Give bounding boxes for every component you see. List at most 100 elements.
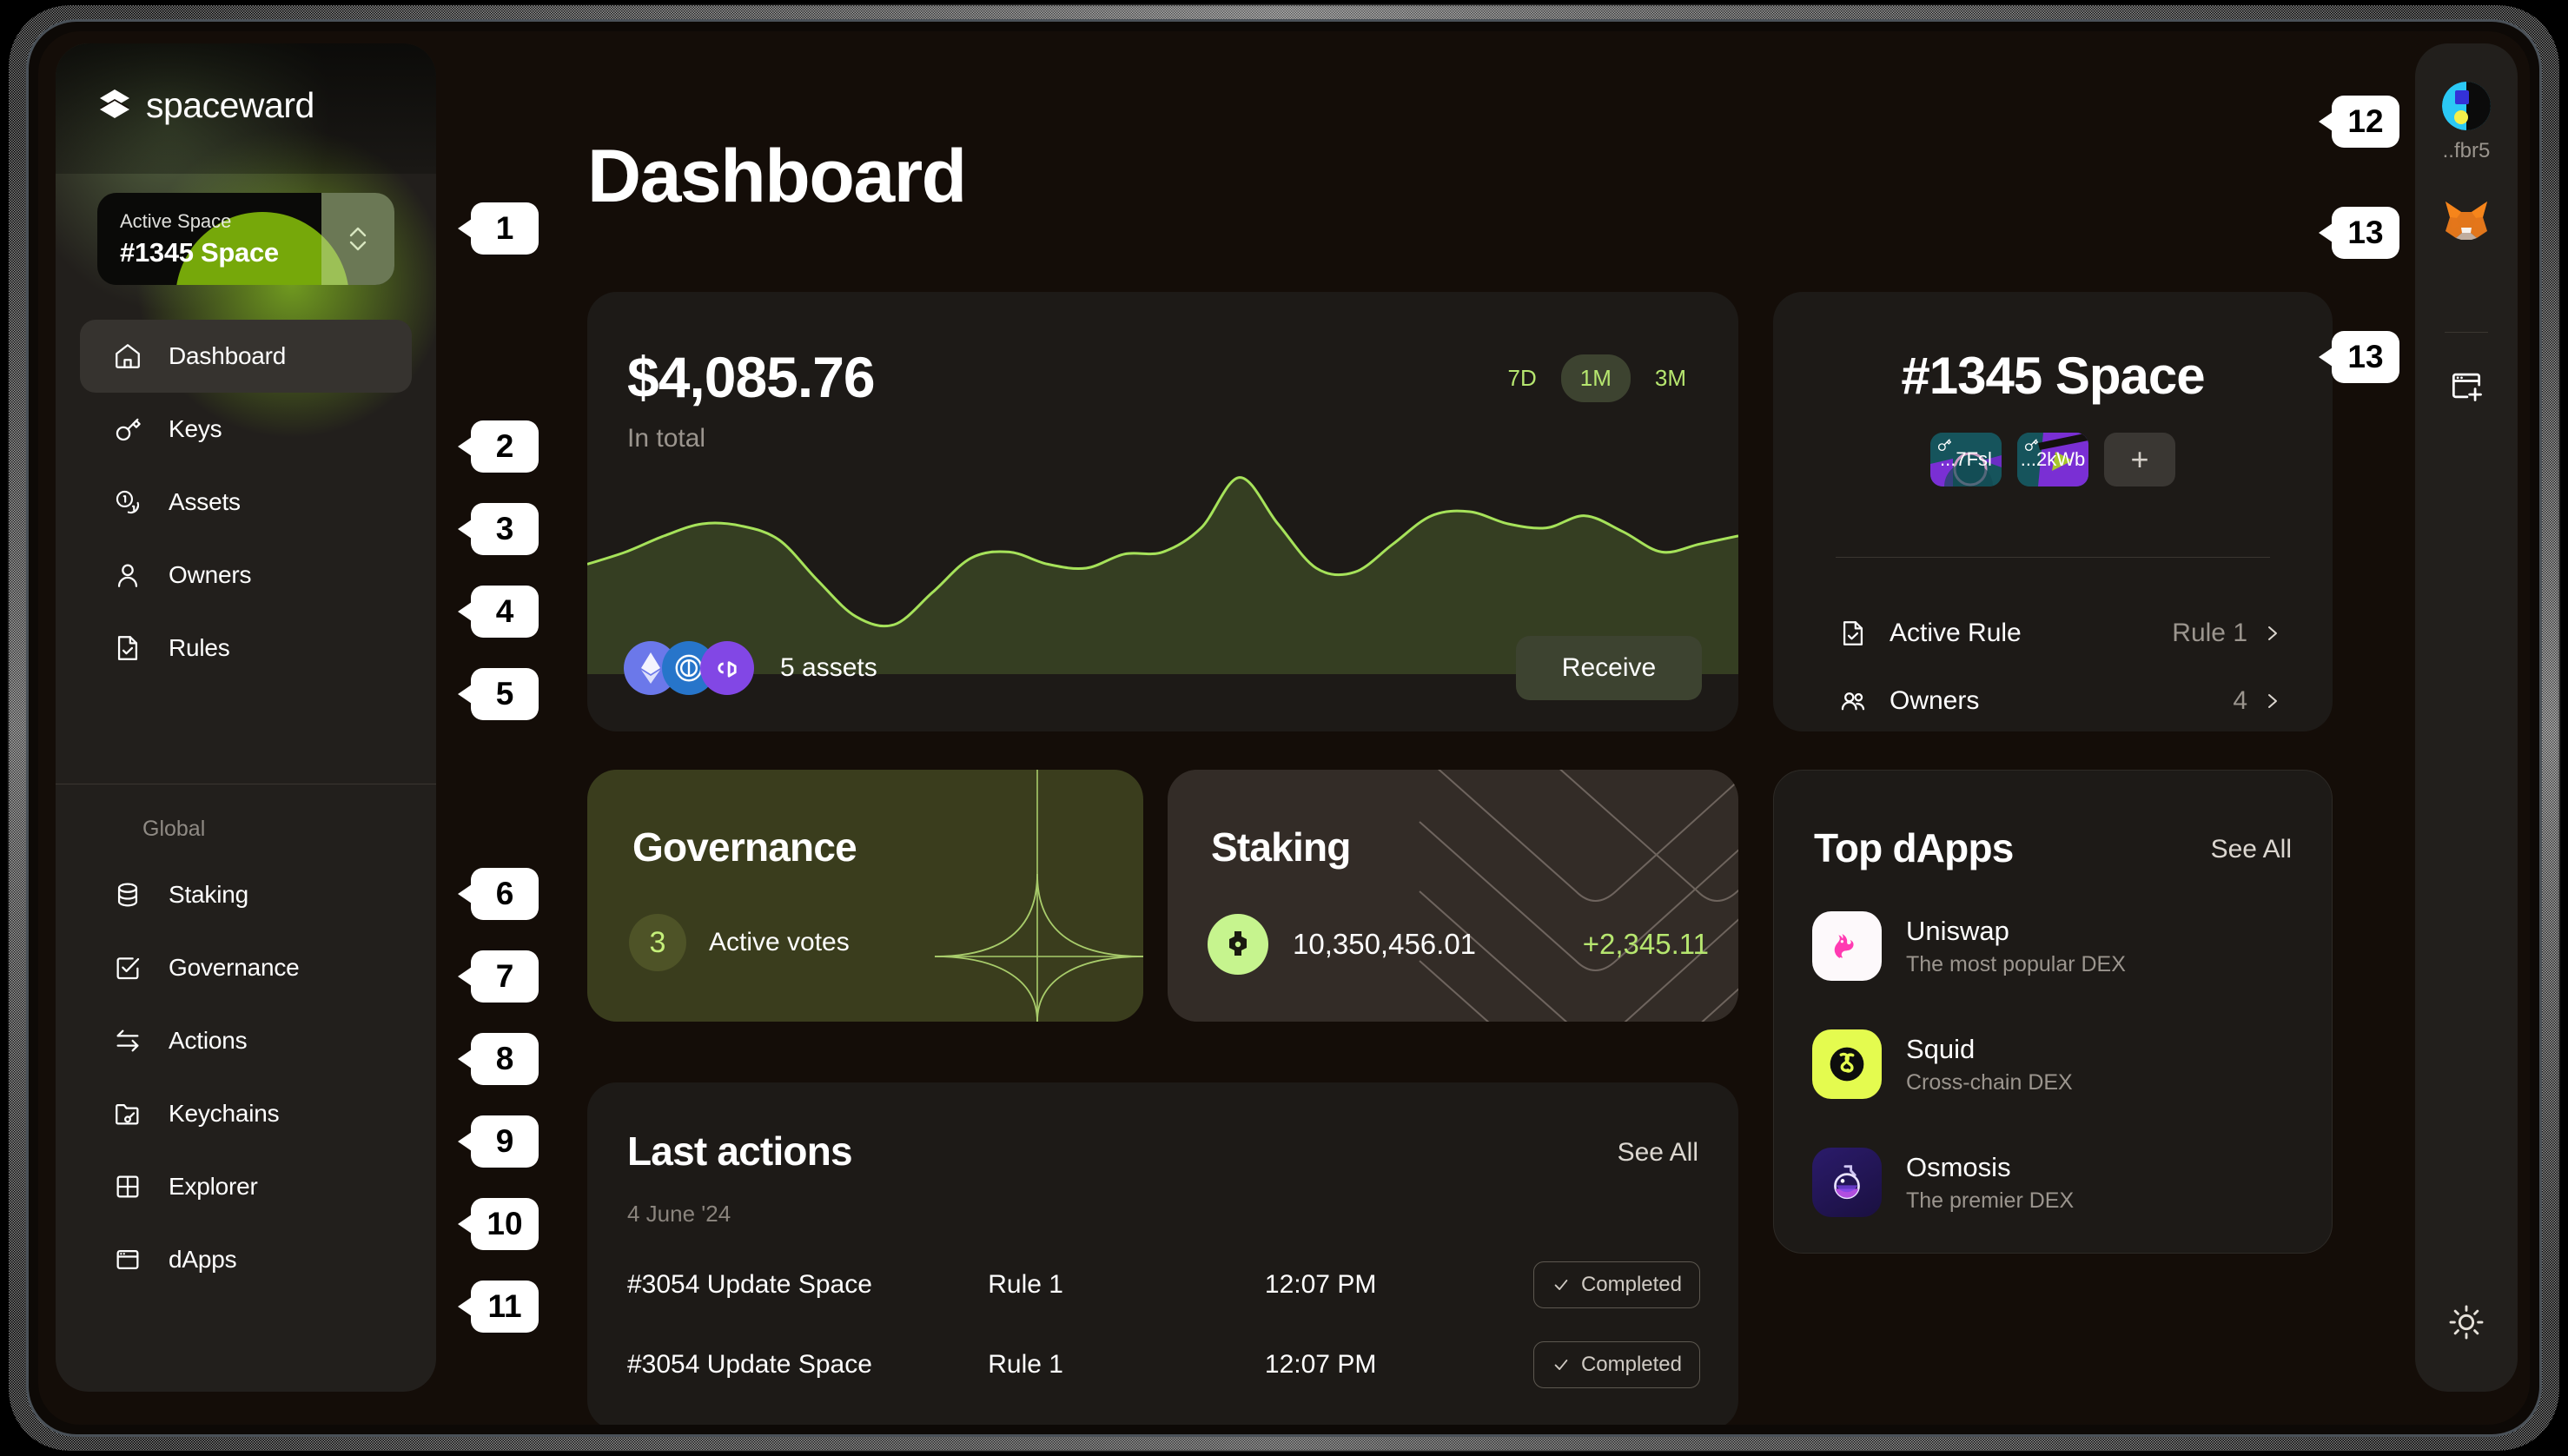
active-space-title: #1345 Space	[120, 237, 279, 268]
sidebar-item-label: Rules	[169, 634, 230, 662]
sidebar-item-rules[interactable]: Rules	[80, 612, 412, 685]
governance-card[interactable]: Governance 3 Active votes	[587, 770, 1143, 1022]
space-key-tile[interactable]: ...7Fsl	[1930, 433, 2002, 486]
osmosis-icon	[1812, 1148, 1882, 1217]
add-window-icon	[2446, 367, 2487, 409]
sidebar-nav-global: Staking Governance	[56, 858, 436, 1296]
space-row-active-rule[interactable]: Active Rule Rule 1	[1836, 613, 2282, 653]
active-votes-count: 3	[629, 914, 686, 971]
active-votes-label: Active votes	[709, 928, 850, 957]
user-icon	[111, 559, 144, 592]
spaceward-logo-icon	[99, 89, 130, 123]
squid-icon	[1812, 1029, 1882, 1099]
governance-active-votes: 3 Active votes	[629, 914, 850, 971]
action-name: #3054 Update Space	[627, 1350, 988, 1380]
range-option-1m[interactable]: 1M	[1561, 354, 1631, 402]
sidebar-item-label: Staking	[169, 881, 248, 909]
rail-wallet-caption: ..fbr5	[2443, 139, 2491, 163]
sidebar-item-owners[interactable]: Owners	[80, 539, 412, 612]
callout-badge-11: 11	[471, 1281, 539, 1333]
check-icon	[1552, 1355, 1571, 1374]
space-row-value: Rule 1	[2172, 619, 2247, 648]
staking-amount: 10,350,456.01	[1293, 928, 1476, 961]
top-dapps-title: Top dApps	[1814, 824, 2014, 871]
key-icon	[2023, 437, 2039, 457]
total-balance-amount: $4,085.76	[627, 344, 875, 410]
sun-icon	[2446, 1302, 2486, 1347]
dapp-description: Cross-chain DEX	[1906, 1070, 2073, 1095]
rail-item-metamask[interactable]	[2415, 196, 2518, 245]
sidebar-item-governance[interactable]: Governance	[80, 931, 412, 1004]
sidebar-item-staking[interactable]: Staking	[80, 858, 412, 931]
sidebar-item-label: Keychains	[169, 1100, 279, 1128]
callout-badge-13-addwindow: 13	[2332, 331, 2399, 383]
device-frame: spaceward Active Space #1345 Space	[0, 0, 2568, 1456]
coins-icon	[111, 486, 144, 519]
dapp-name: Squid	[1906, 1034, 2073, 1065]
staking-card[interactable]: Staking 10,350,456.01 +2,345.11	[1168, 770, 1738, 1022]
uniswap-icon	[1812, 911, 1882, 981]
assets-summary[interactable]: 5 assets	[624, 641, 877, 695]
space-row-label: Active Rule	[1890, 619, 2022, 648]
callout-badge-4: 4	[471, 586, 539, 638]
status-label: Completed	[1581, 1353, 1682, 1377]
right-rail: ..fbr5	[2415, 43, 2518, 1392]
home-icon	[111, 340, 144, 373]
staking-amount-row: 10,350,456.01 +2,345.11	[1208, 914, 1709, 975]
table-row[interactable]: #3054 Update Space Rule 1 12:07 PM Compl…	[627, 1338, 1700, 1392]
space-card-divider	[1836, 557, 2270, 558]
list-item[interactable]: Uniswap The most popular DEX	[1812, 911, 2293, 981]
active-space-switcher[interactable]: Active Space #1345 Space	[97, 193, 394, 285]
sidebar-item-keys[interactable]: Keys	[80, 393, 412, 466]
rail-item-wallet[interactable]: ..fbr5	[2415, 82, 2518, 163]
total-balance-caption: In total	[627, 424, 705, 453]
rail-item-add-window[interactable]	[2415, 367, 2518, 409]
governance-decoration	[883, 770, 1143, 1022]
callout-badge-5: 5	[471, 668, 539, 720]
space-row-owners[interactable]: Owners 4	[1836, 681, 2282, 721]
sidebar-item-assets[interactable]: Assets	[80, 466, 412, 539]
table-row[interactable]: #3054 Update Space Rule 1 12:07 PM Compl…	[627, 1258, 1700, 1312]
range-option-7d[interactable]: 7D	[1489, 354, 1556, 402]
chevron-right-icon	[2261, 623, 2282, 644]
sidebar-item-label: Dashboard	[169, 342, 286, 370]
space-title: #1345 Space	[1773, 346, 2333, 406]
action-time: 12:07 PM	[1265, 1350, 1533, 1380]
check-icon	[1552, 1275, 1571, 1294]
dapp-description: The premier DEX	[1906, 1188, 2074, 1214]
sidebar-nav-primary: Dashboard Keys	[56, 320, 436, 685]
balance-card: $4,085.76 In total 7D 1M 3M	[587, 292, 1738, 731]
chevron-right-icon	[2261, 691, 2282, 711]
theme-toggle-button[interactable]	[2415, 1302, 2518, 1347]
receive-button[interactable]: Receive	[1516, 636, 1702, 700]
space-key-tile[interactable]: ...2kWb	[2017, 433, 2088, 486]
list-item[interactable]: Squid Cross-chain DEX	[1812, 1029, 2293, 1099]
staking-title: Staking	[1211, 824, 1351, 870]
metamask-icon	[2442, 196, 2491, 245]
range-option-3m[interactable]: 3M	[1636, 354, 1705, 402]
document-check-icon	[111, 632, 144, 665]
add-key-button[interactable]: +	[2104, 433, 2175, 486]
rail-divider	[2445, 332, 2488, 333]
sidebar-item-explorer[interactable]: Explorer	[80, 1150, 412, 1223]
staking-decoration	[1168, 770, 1738, 1022]
dapp-description: The most popular DEX	[1906, 952, 2126, 977]
brand-logo[interactable]: spaceward	[99, 85, 314, 126]
callout-badge-2: 2	[471, 420, 539, 473]
dapp-name: Osmosis	[1906, 1152, 2074, 1183]
callout-badge-3: 3	[471, 503, 539, 555]
sidebar-item-label: Governance	[169, 954, 300, 982]
governance-title: Governance	[632, 824, 857, 870]
sidebar-item-dashboard[interactable]: Dashboard	[80, 320, 412, 393]
chevron-up-down-icon[interactable]	[321, 193, 394, 285]
top-dapps-see-all-link[interactable]: See All	[2211, 835, 2292, 864]
sidebar-item-actions[interactable]: Actions	[80, 1004, 412, 1077]
callout-badge-7: 7	[471, 950, 539, 1003]
list-item[interactable]: Osmosis The premier DEX	[1812, 1148, 2293, 1217]
sidebar-item-keychains[interactable]: Keychains	[80, 1077, 412, 1150]
database-icon	[111, 878, 144, 911]
last-actions-see-all-link[interactable]: See All	[1618, 1138, 1698, 1168]
top-dapps-card: Top dApps See All Uniswap The most popul…	[1773, 770, 2333, 1254]
sidebar-item-dapps[interactable]: dApps	[80, 1223, 412, 1296]
arrows-exchange-icon	[111, 1024, 144, 1057]
